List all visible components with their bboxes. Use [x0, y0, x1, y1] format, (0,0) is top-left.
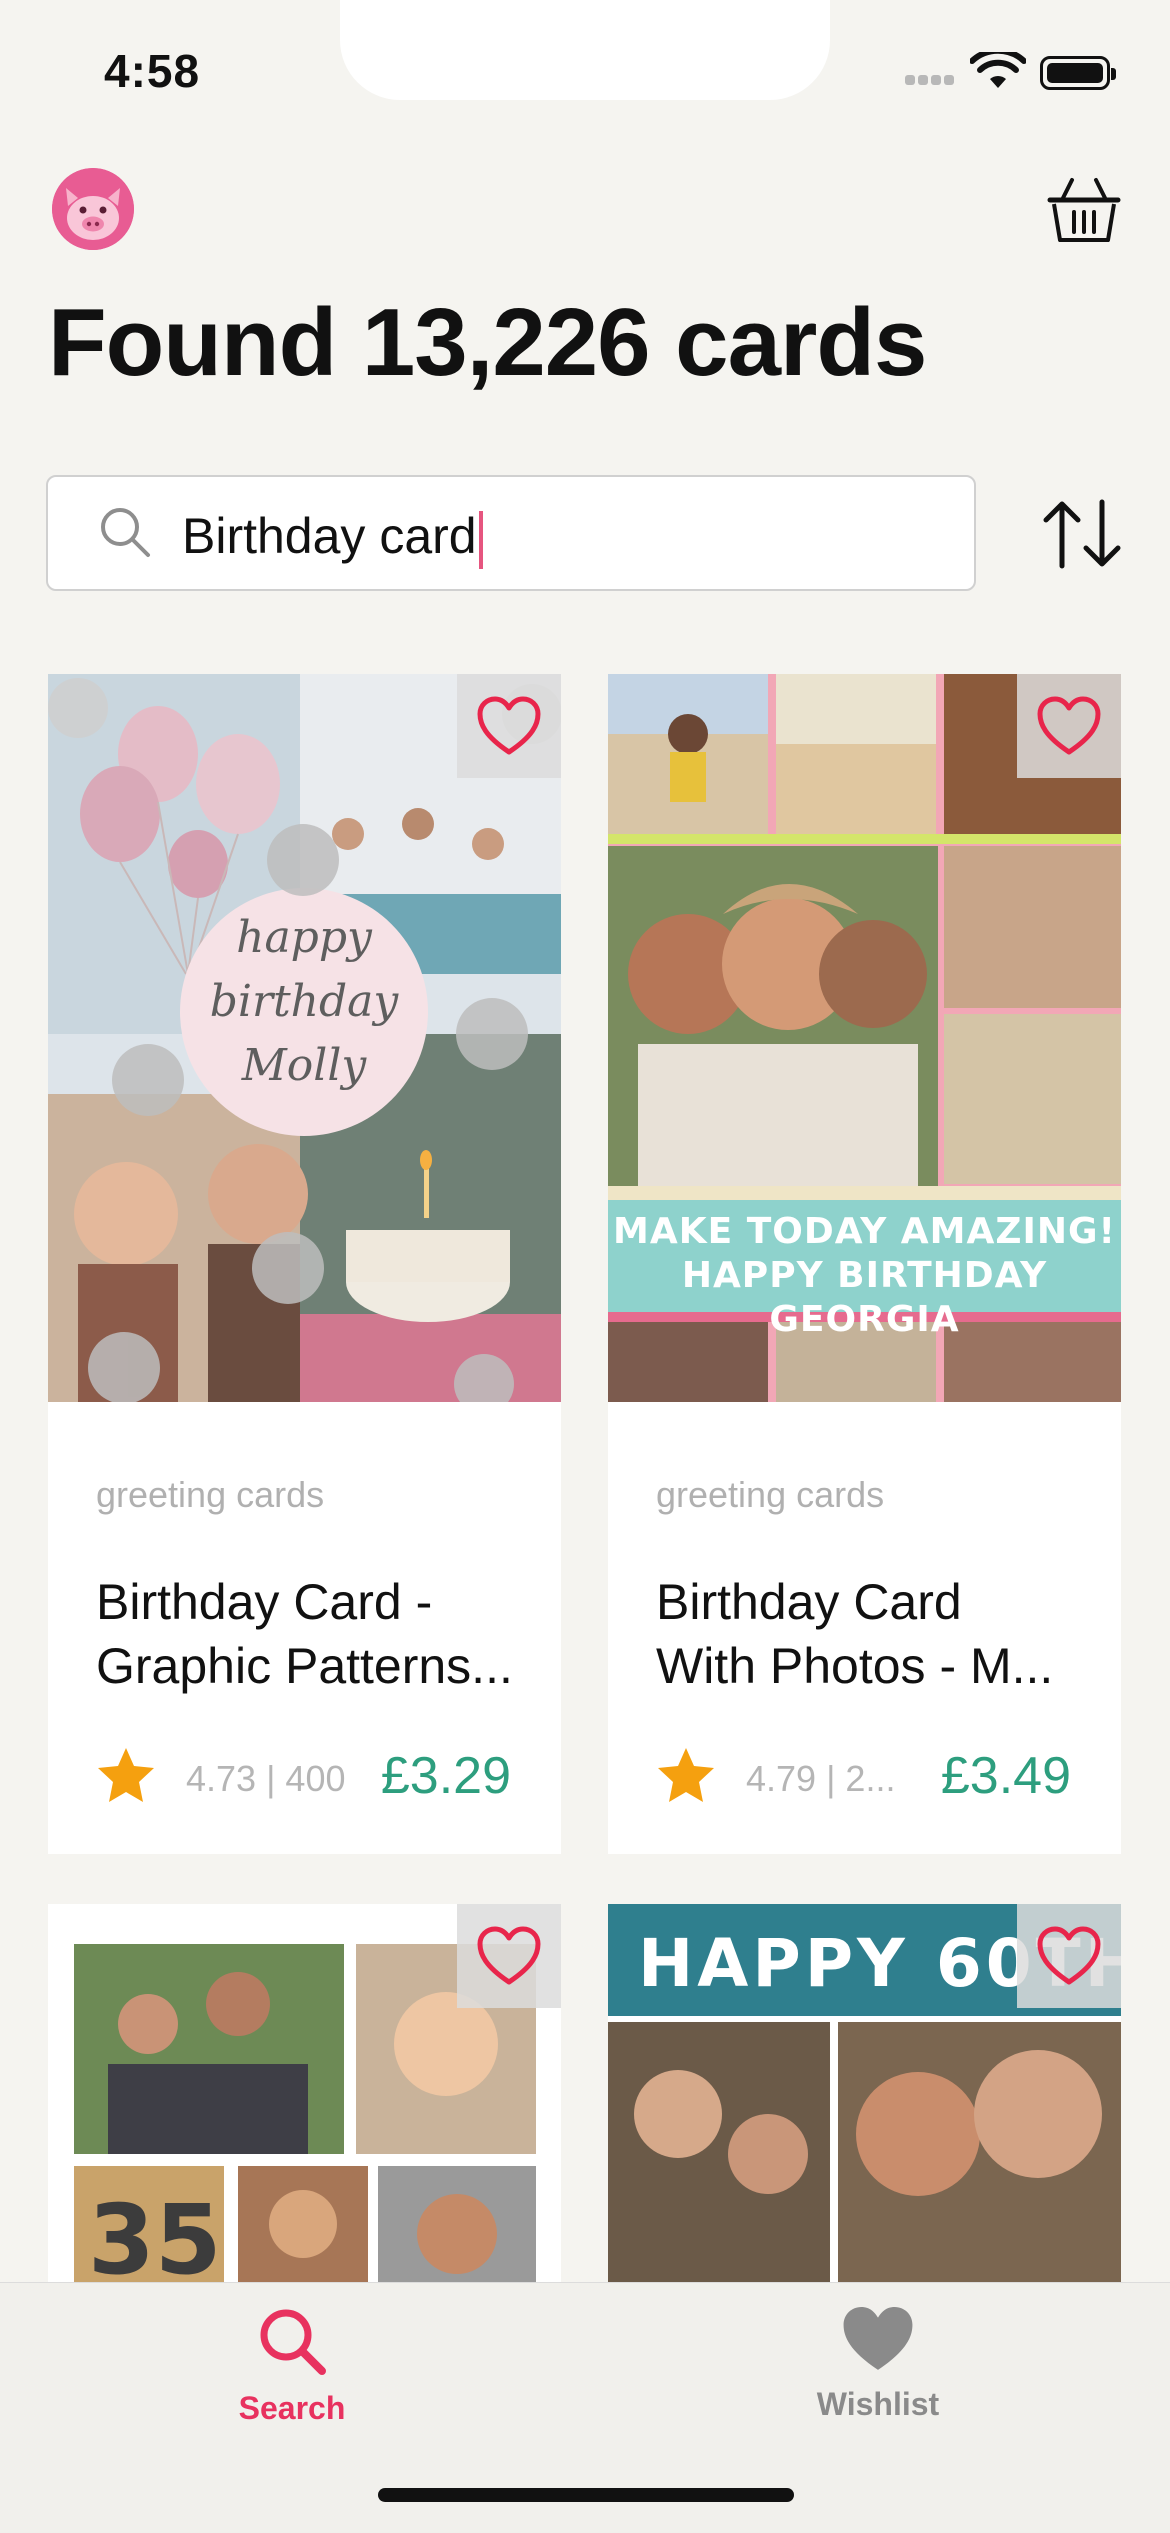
heart-outline-icon — [477, 1926, 541, 1985]
card-title[interactable]: Birthday Card With Photos - M... — [656, 1570, 1086, 1698]
tab-label: Search — [238, 2390, 346, 2426]
rating-text: 4.73 | 400 — [186, 1758, 346, 1799]
card-title-line[interactable]: Graphic Patterns... — [96, 1634, 526, 1698]
card-category: greeting cards — [656, 1474, 885, 1515]
search-icon — [101, 508, 150, 557]
status-bar: 4:58 — [0, 0, 1170, 150]
card-image-text: 35 — [88, 2184, 222, 2296]
search-value[interactable]: Birthday card — [182, 508, 477, 564]
star-icon — [658, 1748, 714, 1802]
card-image[interactable]: happy birthday Molly — [48, 674, 561, 1402]
card-image-text: happy — [236, 912, 372, 963]
wishlist-toggle-button[interactable] — [1017, 1904, 1121, 2008]
product-card[interactable]: MAKE TODAY AMAZING! HAPPY BIRTHDAY GEORG… — [608, 674, 1121, 1854]
card-image-text: birthday — [209, 976, 399, 1027]
price: £3.49 — [940, 1747, 1071, 1805]
wifi-icon — [970, 52, 1026, 88]
home-indicator — [378, 2488, 794, 2502]
star-icon — [98, 1748, 154, 1802]
heart-outline-icon — [1037, 696, 1101, 755]
heart-outline-icon — [1037, 1926, 1101, 1985]
tab-label: Wishlist — [816, 2386, 940, 2422]
page-title: Found 13,226 cards — [48, 289, 927, 396]
heart-icon — [843, 2306, 913, 2370]
card-image-text: MAKE TODAY AMAZING! — [613, 1211, 1116, 1252]
battery-icon — [1040, 56, 1116, 90]
device-notch — [340, 0, 830, 100]
card-image-text: HAPPY BIRTHDAY GEORGIA — [681, 1255, 1048, 1340]
card-title-line[interactable]: With Photos - M... — [656, 1634, 1086, 1698]
product-card[interactable]: 35 — [48, 1904, 561, 2304]
product-card[interactable]: happy birthday Molly greeting cards Birt… — [48, 674, 561, 1854]
app-logo-pig-icon[interactable] — [52, 168, 134, 250]
card-title[interactable]: Birthday Card - Graphic Patterns... — [96, 1570, 526, 1698]
card-image-text: Molly — [241, 1040, 367, 1091]
basket-icon[interactable] — [1044, 170, 1124, 250]
card-category: greeting cards — [96, 1474, 325, 1515]
card-image[interactable]: 35 — [48, 1904, 561, 2304]
card-image[interactable]: HAPPY 60TH — [608, 1904, 1121, 2304]
product-card[interactable]: HAPPY 60TH — [608, 1904, 1121, 2304]
card-title-line[interactable]: Birthday Card - — [96, 1570, 526, 1634]
price: £3.29 — [380, 1747, 511, 1805]
status-time: 4:58 — [104, 45, 201, 97]
rating-text: 4.79 | 2... — [746, 1758, 896, 1799]
wishlist-toggle-button[interactable] — [457, 1904, 561, 2008]
card-image[interactable]: MAKE TODAY AMAZING! HAPPY BIRTHDAY GEORG… — [608, 674, 1121, 1402]
wishlist-toggle-button[interactable] — [1017, 674, 1121, 778]
card-title-line[interactable]: Birthday Card — [656, 1570, 1086, 1634]
wishlist-toggle-button[interactable] — [457, 674, 561, 778]
cellular-signal-icon — [905, 72, 961, 86]
text-caret — [478, 510, 483, 569]
tab-wishlist[interactable]: Wishlist — [728, 2303, 1028, 2423]
search-field-text[interactable]: Birthday card — [182, 507, 483, 569]
heart-outline-icon — [477, 696, 541, 755]
search-input[interactable]: Birthday card — [46, 475, 976, 591]
search-icon — [260, 2309, 326, 2375]
sort-button[interactable] — [1040, 498, 1126, 570]
tab-search[interactable]: Search — [142, 2303, 442, 2427]
